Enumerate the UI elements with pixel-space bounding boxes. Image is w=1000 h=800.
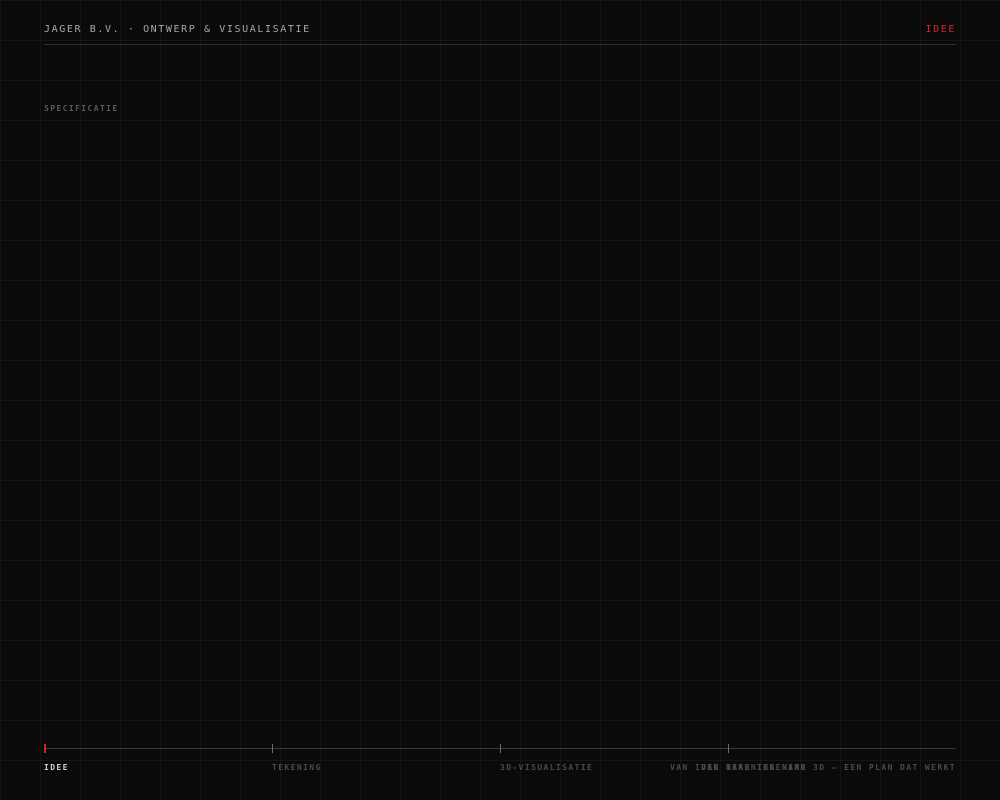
header-bar: JAGER B.V. · ONTWERP & VISUALISATIE IDEE [44, 22, 956, 45]
timeline-tagline: VAN TEKENING NAAR 3D — EEN PLAN DAT WERK… [701, 763, 956, 772]
brand-title: JAGER B.V. · ONTWERP & VISUALISATIE [44, 24, 311, 35]
timeline-track [44, 744, 956, 753]
timeline-tick-tekening[interactable] [272, 744, 273, 753]
timeline-tick-idee[interactable] [44, 744, 46, 753]
timeline-step-3d-visualisatie[interactable]: 3D-VISUALISATIE [500, 763, 593, 772]
timeline-step-idee[interactable]: IDEE [44, 763, 69, 772]
timeline-step-tekening[interactable]: TEKENING [272, 763, 322, 772]
current-stage-label: IDEE [925, 24, 956, 35]
timeline-tick-3d-visualisatie[interactable] [500, 744, 501, 753]
section-label: SPECIFICATIE [44, 104, 119, 113]
timeline-tick-van-idee-naar-tekening[interactable] [728, 744, 729, 753]
